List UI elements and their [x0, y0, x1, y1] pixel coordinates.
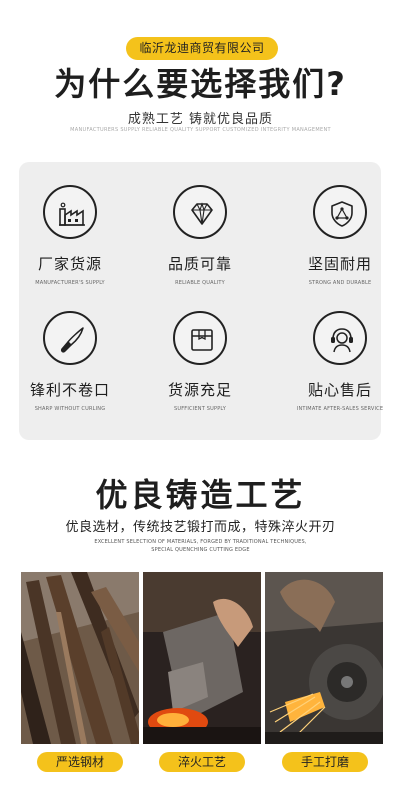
factory-icon [43, 185, 97, 239]
box-icon [173, 311, 227, 365]
knife-icon [43, 311, 97, 365]
steel-bars-photo [21, 572, 139, 744]
step-label-grinding: 手工打磨 [282, 752, 368, 772]
feature-subtitle-en: SHARP WITHOUT CURLING [34, 406, 106, 412]
feature-after-sales: 贴心售后 INTIMATE AFTER-SALES SERVICE [280, 311, 400, 412]
shield-icon [313, 185, 367, 239]
feature-sharp: 锋利不卷口 SHARP WITHOUT CURLING [10, 311, 130, 412]
step-label-steel: 严选钢材 [37, 752, 123, 772]
page-title: 为什么要选择我们? [54, 65, 347, 103]
feature-subtitle-en: RELIABLE QUALITY [175, 280, 225, 286]
feature-title: 贴心售后 [307, 381, 372, 399]
diamond-icon [173, 185, 227, 239]
process-subtitle: 优良选材，传统技艺锻打而成，特殊淬火开刃 [65, 520, 336, 535]
page-subtitle: 成熟工艺 铸就优良品质 [127, 112, 274, 127]
feature-title: 锋利不卷口 [29, 381, 110, 399]
feature-title: 货源充足 [167, 381, 232, 399]
feature-subtitle-en: STRONG AND DURABLE [308, 280, 372, 286]
feature-title: 品质可靠 [167, 255, 232, 273]
feature-title: 厂家货源 [37, 255, 102, 273]
company-name-badge: 临沂龙迪商贸有限公司 [126, 37, 278, 60]
page-subtitle-en: MANUFACTURERS SUPPLY RELIABLE QUALITY SU… [70, 127, 331, 133]
process-subtitle-en: EXCELLENT SELECTION OF MATERIALS, FORGED… [0, 538, 401, 554]
feature-subtitle-en: MANUFACTURER'S SUPPLY [35, 280, 105, 286]
process-subtitle-en-line2: SPECIAL QUENCHING CUTTING EDGE [151, 547, 250, 553]
features-card: 厂家货源 MANUFACTURER'S SUPPLY 品质可靠 RELIABLE… [19, 162, 383, 440]
process-subtitle-en-line1: EXCELLENT SELECTION OF MATERIALS, FORGED… [94, 539, 307, 545]
feature-subtitle-en: SUFFICIENT SUPPLY [173, 406, 226, 412]
feature-sufficient-supply: 货源充足 SUFFICIENT SUPPLY [140, 311, 260, 412]
feature-title: 坚固耐用 [307, 255, 372, 273]
headset-icon [313, 311, 367, 365]
process-title: 优良铸造工艺 [95, 476, 306, 514]
feature-manufacturer-supply: 厂家货源 MANUFACTURER'S SUPPLY [10, 185, 130, 286]
step-label-quenching: 淬火工艺 [159, 752, 245, 772]
feature-strong-durable: 坚固耐用 STRONG AND DURABLE [280, 185, 400, 286]
feature-subtitle-en: INTIMATE AFTER-SALES SERVICE [296, 406, 384, 412]
feature-reliable-quality: 品质可靠 RELIABLE QUALITY [140, 185, 260, 286]
quenching-photo [143, 572, 261, 744]
grinding-photo [265, 572, 383, 744]
